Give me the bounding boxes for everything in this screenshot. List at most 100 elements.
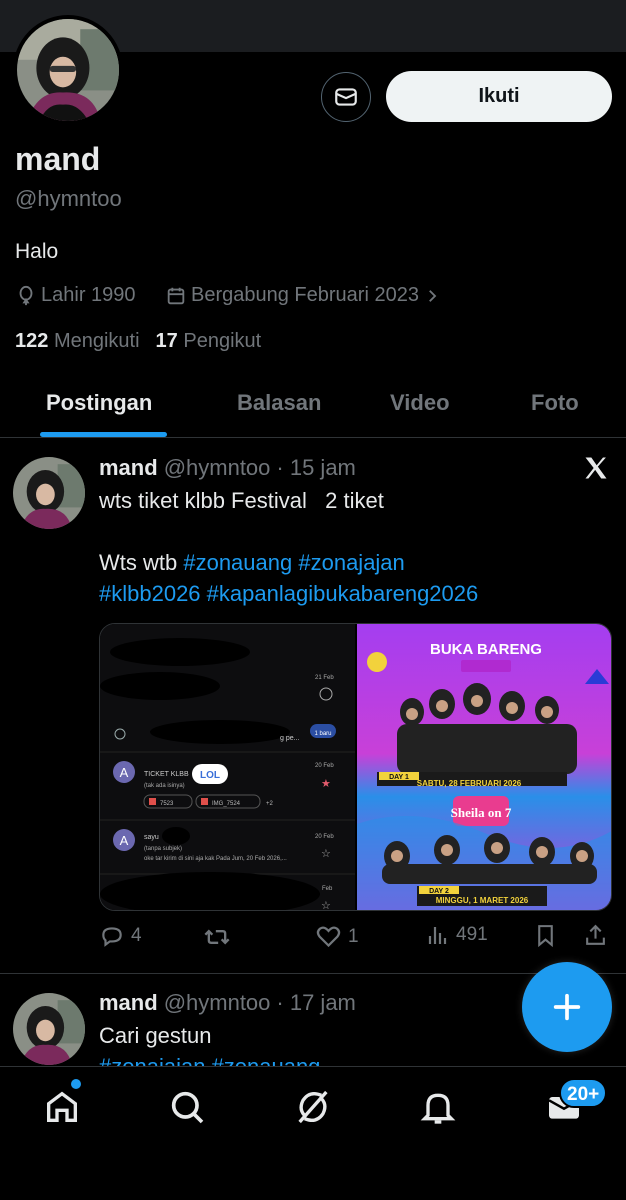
post-text: Cari gestun [99,1023,212,1048]
profile-avatar[interactable] [13,15,123,125]
media-item1-more: +2 [266,801,274,807]
tab-postingan[interactable]: Postingan [46,390,152,416]
post-author-name[interactable]: mand [99,455,158,481]
calendar-icon [167,287,185,304]
media-item2-title: sayu [144,834,159,841]
balloon-icon [19,285,33,305]
profile-handle: @hymntoo [15,186,122,211]
reply-icon [102,927,122,947]
messages-badge: 20+ [559,1078,608,1108]
media-avatar-letter: A [120,765,129,780]
post-avatar[interactable] [13,993,85,1065]
following-count: 122 [15,330,49,352]
followers-count: 17 [155,330,178,352]
home-notification-dot [71,1079,81,1089]
chevron-right-icon [429,289,437,302]
media-new-badge: 1 baru [314,731,331,737]
profile-bio: Halo [15,240,59,263]
bottom-nav [0,1066,626,1200]
active-tab-indicator [40,432,167,437]
tab-balasan[interactable]: Balasan [237,390,321,416]
follow-button[interactable]: Ikuti [386,71,612,122]
profile-joined[interactable]: Bergabung Februari 2023 [165,284,441,307]
bookmark-button[interactable] [533,923,558,948]
post-author-handle[interactable]: @hymntoo [164,990,271,1016]
media-date1: 21 Feb [315,675,334,681]
tab-foto[interactable]: Foto [531,390,579,416]
grok-icon[interactable] [293,1087,333,1127]
post-author-handle[interactable]: @hymntoo [164,455,271,481]
post-line1: wts tiket klbb Festival 2 tiket [99,488,384,513]
bell-icon[interactable] [418,1087,458,1127]
envelope-icon [335,88,357,106]
poster-day2: DAY 2 [429,888,449,895]
share-icon [586,924,605,945]
home-icon[interactable] [42,1087,82,1127]
post-author-name[interactable]: mand [99,990,158,1016]
birth-text: Lahir 1990 [41,284,136,306]
plus-icon [553,993,581,1021]
post-avatar[interactable] [13,457,85,529]
reply-button[interactable]: 4 [99,923,142,949]
media-item1-file2: IMG_7524 [212,801,241,807]
media-item3-date: Feb [322,886,333,892]
post-time[interactable]: · 15 jam [276,455,355,481]
search-icon[interactable] [167,1087,207,1127]
media-item1-sub: (tak ada isinya) [144,783,185,789]
media-item1-title: TICKET KLBB [144,771,189,778]
hashtag-zonauang[interactable]: #zonauang [183,550,292,575]
profile-birth: Lahir 1990 [15,284,136,307]
poster-day1: DAY 1 [389,774,409,781]
media-item2-date: 20 Feb [315,834,334,840]
post-actions: 4 1 491 [99,923,612,953]
svg-text:★: ★ [321,777,331,790]
views-icon [428,927,447,944]
x-logo-icon [585,457,607,479]
views-button[interactable]: 491 [426,923,488,947]
post-text-tags: Wts wtb #zonauang #zonajajan [99,547,405,578]
profile-name: mand [15,141,101,177]
profile-tabs: Postingan Balasan Video Foto [0,372,626,438]
poster-day1-date: SABTU, 28 FEBRUARI 2026 [417,779,522,788]
joined-text: Bergabung Februari 2023 [191,284,419,306]
post-media[interactable]: A TICKET KLBB (tak ada isinya) 20 Feb ★ … [99,623,612,911]
followers-label: Pengikut [183,330,262,352]
poster-headliner: Sheila on 7 [451,805,512,820]
post-text: wts tiket klbb Festival 2 tiket [99,485,384,516]
media-sticker: LOL [200,770,220,781]
hashtag-kapanlagibukabareng2026[interactable]: #kapanlagibukabareng2026 [207,581,479,606]
media-item2-sub: (tanpa subjek) [144,846,182,852]
views-count: 491 [456,924,488,945]
post[interactable]: mand @hymntoo · 15 jam wts tiket klbb Fe… [0,440,626,974]
poster-brand: BUKA BARENG [430,641,542,658]
compose-button[interactable] [522,962,612,1052]
profile-stats: 122 Mengikuti 17 Pengikut [15,330,261,353]
post-time[interactable]: · 17 jam [276,990,355,1016]
media-row-text: g pe... [280,735,300,742]
media-item1-date: 20 Feb [315,763,334,769]
media-image-festival-poster[interactable]: BUKA BARENG DAY 1 SABTU, 28 FEBRUARI 202… [357,624,611,910]
like-icon [316,926,341,948]
post-header: mand @hymntoo · 15 jam [99,455,356,481]
share-button[interactable] [583,923,608,948]
like-count: 1 [348,925,359,947]
post-line2-prefix: Wts wtb [99,550,184,575]
hashtag-klbb2026[interactable]: #klbb2026 [99,581,201,606]
following-label: Mengikuti [53,330,140,352]
post-tags[interactable]: #zonajajan #zonauang [99,1051,320,1067]
post-text-tags2: #klbb2026 #kapanlagibukabareng2026 [99,578,478,609]
like-button[interactable]: 1 [315,923,359,950]
following-link[interactable]: 122 Mengikuti [15,330,140,353]
followers-link[interactable]: 17 Pengikut [156,330,262,353]
repost-button[interactable] [203,923,231,951]
poster-day2-date: MINGGU, 1 MARET 2026 [436,896,529,905]
repost-icon [204,929,230,945]
reply-count: 4 [131,925,142,946]
media-image-email-screenshot[interactable]: A TICKET KLBB (tak ada isinya) 20 Feb ★ … [100,624,355,910]
hashtag-zonajajan[interactable]: #zonajajan [298,550,404,575]
tab-video[interactable]: Video [390,390,450,416]
svg-text:☆: ☆ [321,899,331,911]
message-button[interactable] [321,72,371,122]
post-header: mand @hymntoo · 17 jam [99,990,356,1016]
bookmark-icon [538,925,553,948]
